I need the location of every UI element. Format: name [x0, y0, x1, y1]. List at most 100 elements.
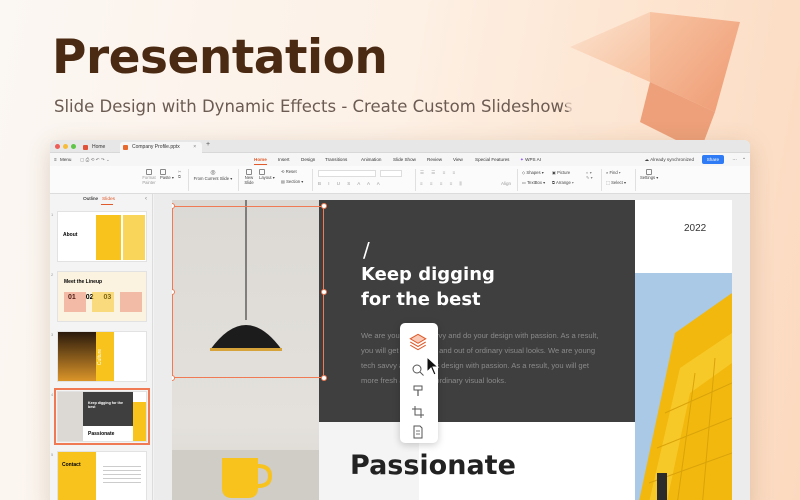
thumb-yellow-block — [96, 215, 121, 260]
new-slide-button[interactable]: New Slide — [242, 169, 256, 185]
slide-thumbnail-3[interactable]: Culture — [57, 331, 147, 382]
share-button[interactable]: Share — [701, 155, 724, 164]
crop-icon[interactable] — [411, 405, 425, 419]
tab-animation[interactable]: Animation — [361, 157, 381, 162]
tab-transitions[interactable]: Transitions — [325, 157, 347, 162]
layout-button[interactable]: Layout ▾ — [259, 169, 275, 180]
sidebar-tabs: Outline Slides ‹ — [50, 194, 152, 206]
slide-caption[interactable]: Passionate — [350, 450, 516, 481]
slide-canvas[interactable]: / Keep digging for the best We are young… — [154, 194, 750, 500]
sync-status-label: Already synchronized — [650, 157, 694, 162]
format-painter-button[interactable]: Format Painter — [140, 169, 158, 185]
title-bar: Home Company Profile.pptx × + — [50, 140, 750, 153]
arrange-icon: ⧉ — [552, 180, 555, 185]
new-tab-icon[interactable]: + — [206, 141, 210, 148]
tab-wps-ai[interactable]: ✦ WPS AI — [520, 157, 541, 163]
thumb-title: Culture — [97, 348, 104, 366]
shapes-label: Shapes — [526, 170, 541, 175]
close-window-button[interactable] — [55, 144, 60, 149]
floating-toolbar — [400, 323, 438, 443]
thumb-title: About — [63, 232, 78, 238]
tab-insert[interactable]: Insert — [278, 157, 290, 162]
shapes-icon: ◇ — [522, 170, 526, 175]
separator — [635, 169, 636, 191]
resize-handle-bottom-right[interactable] — [321, 375, 327, 381]
section-button[interactable]: ▤ Section ▾ — [281, 179, 303, 184]
tab-home[interactable]: Home — [80, 142, 118, 153]
paragraph-icons[interactable]: ☰ ☰ ≡ ≡ — [420, 170, 458, 176]
slide-thumbnail-5[interactable]: Contact — [57, 451, 147, 500]
document-icon[interactable] — [411, 425, 425, 439]
slide-body-text[interactable]: We are young tech savvy and do your desi… — [361, 328, 601, 388]
settings-button[interactable]: Settings ▾ — [640, 169, 658, 180]
format-painter-icon[interactable] — [411, 384, 425, 398]
textbox-button[interactable]: ▭ TextBox ▾ — [522, 180, 545, 185]
collapse-ribbon-icon[interactable]: ⌃ — [742, 157, 746, 163]
font-name-select[interactable] — [318, 170, 376, 177]
resize-handle-top-right[interactable] — [321, 203, 327, 209]
section-label: Section — [286, 179, 301, 184]
quick-access-icons[interactable]: ▢ ⎙ ⟲ ↶ ↷ ⌄ — [80, 157, 110, 163]
thumb-photo — [64, 292, 86, 312]
from-current-slide-button[interactable]: ◎ From Current Slide ▾ — [192, 169, 234, 181]
paste-label: Paste — [160, 175, 171, 180]
paste-button[interactable]: Paste ▾ — [160, 169, 174, 180]
tab-review[interactable]: Review — [427, 157, 442, 162]
font-size-select[interactable] — [380, 170, 402, 177]
thumb-caption: Passionate — [88, 431, 115, 437]
separator — [238, 169, 239, 191]
tab-special-features[interactable]: Special Features — [475, 157, 509, 162]
ribbon-toolbar: Format Painter Paste ▾ ✂ ⧉ ◎ From Current… — [50, 166, 750, 194]
picture-button[interactable]: ▣ Picture — [552, 170, 570, 175]
cut-copy-icons[interactable]: ✂ ⧉ — [178, 169, 182, 179]
fill-outline-icons[interactable]: ◐ ▾ ✎ ▾ — [586, 170, 593, 180]
slide-thumbnail-2[interactable]: Meet the Lineup 01 02 03 — [57, 271, 147, 322]
slide-thumbnail-1[interactable]: About — [57, 211, 147, 262]
zoom-window-button[interactable] — [71, 144, 76, 149]
picture-label: Picture — [557, 170, 571, 175]
slide[interactable]: / Keep digging for the best We are young… — [172, 200, 732, 500]
tab-home-label: Home — [92, 144, 106, 150]
arrange-button[interactable]: ⧉ Arrange ▾ — [552, 180, 574, 185]
align-icons[interactable]: ≡ ≡ ≡ ≡ ⫼ — [420, 181, 465, 186]
collapse-sidebar-icon[interactable]: ‹ — [145, 196, 147, 202]
reset-icon: ⟲ — [281, 169, 285, 174]
layout-label: Layout — [259, 175, 272, 180]
resize-handle-middle-right[interactable] — [321, 289, 327, 295]
thumb-photo — [120, 292, 142, 312]
more-options-icon[interactable]: ⋯ — [732, 157, 737, 163]
building-photo[interactable] — [635, 273, 732, 500]
mouse-pointer-icon — [426, 356, 440, 376]
reset-button[interactable]: ⟲ Reset — [281, 169, 297, 174]
close-tab-icon[interactable]: × — [193, 144, 196, 150]
thumb-text-lines — [103, 466, 141, 484]
align-label[interactable]: Align — [501, 181, 511, 186]
tab-design[interactable]: Design — [301, 157, 315, 162]
slide-year[interactable]: 2022 — [684, 223, 706, 234]
headline-panel[interactable]: / Keep digging for the best We are young… — [319, 200, 635, 422]
separator — [188, 169, 189, 191]
text-format-icons[interactable]: B I U S A A A — [318, 181, 383, 186]
tab-view[interactable]: View — [453, 157, 463, 162]
section-icon: ▤ — [281, 179, 285, 184]
slide-headline[interactable]: Keep digging for the best — [361, 262, 495, 312]
tab-company-profile[interactable]: Company Profile.pptx × — [120, 142, 202, 153]
tab-slide-show[interactable]: Slide Show — [393, 157, 416, 162]
thumb-dark-photo — [58, 332, 96, 381]
thumb-title: Keep digging for the best — [88, 401, 123, 409]
from-current-slide-label: From Current Slide — [193, 176, 230, 181]
slide-thumbnail-4[interactable]: Keep digging for the best Passionate — [54, 388, 150, 445]
minimize-window-button[interactable] — [63, 144, 68, 149]
find-label: Find — [609, 170, 618, 175]
shapes-button[interactable]: ◇ Shapes ▾ — [522, 170, 544, 175]
zoom-icon[interactable] — [411, 363, 425, 377]
tab-home-ribbon[interactable]: Home — [254, 157, 267, 162]
hero-title: Presentation — [52, 30, 388, 85]
tab-outline[interactable]: Outline — [83, 197, 98, 202]
select-button[interactable]: ⬚ Select ▾ — [606, 180, 626, 185]
tab-slides[interactable]: Slides — [102, 197, 115, 202]
hamburger-icon[interactable]: ≡ — [54, 157, 57, 162]
menu-button[interactable]: Menu — [60, 157, 72, 162]
find-button[interactable]: ⌕ Find ▾ — [606, 170, 621, 175]
layers-icon[interactable] — [409, 333, 427, 351]
